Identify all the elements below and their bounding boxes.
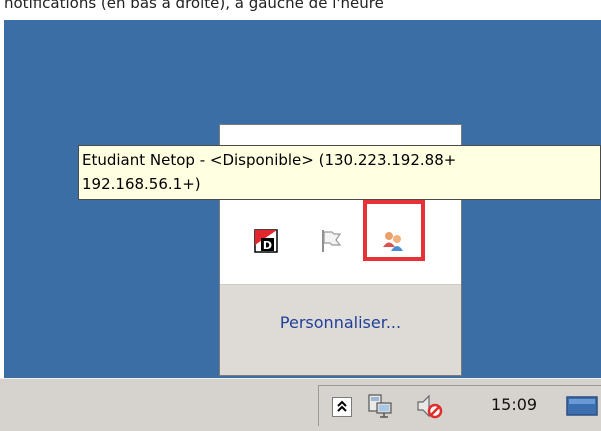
customize-link[interactable]: Personnaliser... bbox=[220, 313, 461, 332]
tooltip-line-1: Etudiant Netop - <Disponible> (130.223.1… bbox=[82, 151, 457, 169]
taskbar: 15:09 bbox=[0, 378, 601, 431]
caption-text: notifications (en bas à droite), à gauch… bbox=[4, 0, 384, 12]
speaker-muted-icon[interactable] bbox=[415, 392, 445, 420]
tooltip-line-2: 192.168.56.1+) bbox=[82, 175, 201, 193]
page-caption: notifications (en bas à droite), à gauch… bbox=[0, 0, 601, 20]
highlight-box bbox=[363, 200, 425, 261]
clock[interactable]: 15:09 bbox=[491, 395, 537, 414]
notification-area: 15:09 bbox=[318, 385, 601, 426]
show-desktop-icon[interactable] bbox=[565, 394, 599, 418]
show-hidden-icons-button[interactable] bbox=[332, 397, 352, 417]
netop-d-icon[interactable]: D bbox=[254, 229, 278, 253]
svg-text:D: D bbox=[263, 239, 272, 252]
netop-tooltip: Etudiant Netop - <Disponible> (130.223.1… bbox=[78, 145, 601, 200]
customize-area: Personnaliser... bbox=[220, 284, 461, 375]
network-icon[interactable] bbox=[367, 392, 395, 420]
flag-icon[interactable] bbox=[319, 229, 343, 253]
chevron-up-icon bbox=[337, 400, 347, 412]
